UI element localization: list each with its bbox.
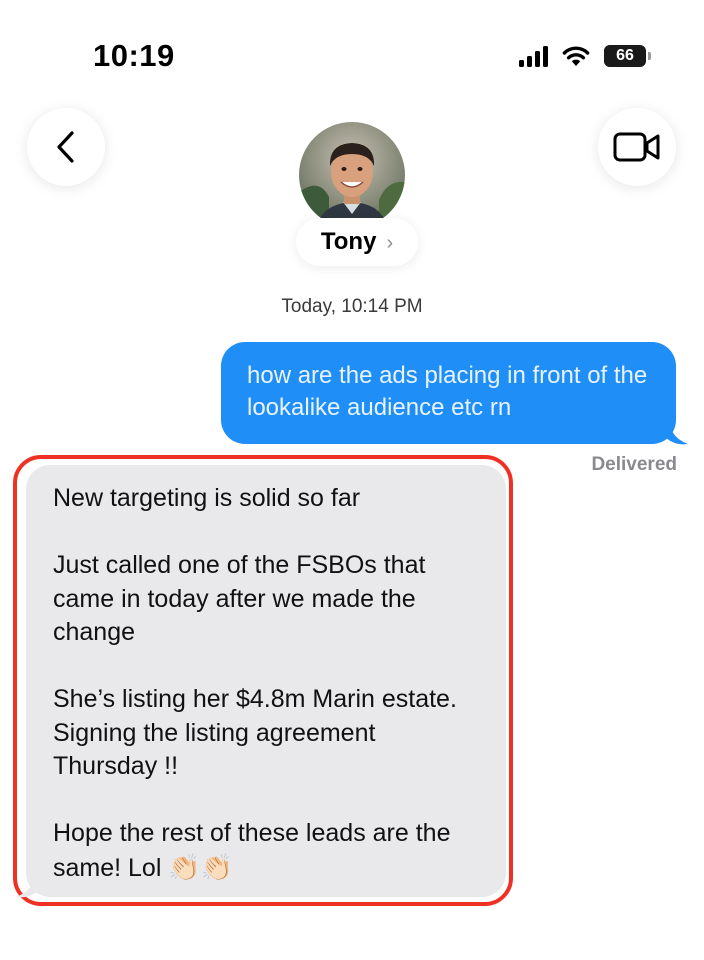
chevron-right-icon: › <box>386 231 394 254</box>
clapping-hands-emoji: 👏🏻👏🏻 <box>168 851 234 882</box>
contact-name-button[interactable]: Tony › <box>296 218 418 266</box>
message-timestamp: Today, 10:14 PM <box>281 296 423 317</box>
message-paragraph-text: Hope the rest of these leads are the sam… <box>53 819 451 882</box>
message-paragraph: Just called one of the FSBOs that came i… <box>53 551 426 646</box>
avatar-photo <box>299 122 405 228</box>
chevron-left-icon <box>57 131 74 163</box>
delivery-status: Delivered <box>591 454 677 475</box>
contact-avatar[interactable] <box>299 122 405 228</box>
bubble-tail <box>666 424 688 445</box>
facetime-video-button[interactable] <box>598 108 676 186</box>
outgoing-message-bubble[interactable]: how are the ads placing in front of the … <box>221 342 688 445</box>
battery-icon: 66 <box>604 45 651 67</box>
cellular-signal-icon <box>519 45 548 67</box>
back-button[interactable] <box>27 108 105 186</box>
message-paragraph: She’s listing her $4.8m Marin estate. Si… <box>53 685 457 780</box>
wifi-icon <box>562 46 590 66</box>
incoming-message-bubble[interactable]: New targeting is solid so far Just calle… <box>16 465 506 898</box>
message-paragraph: New targeting is solid so far <box>53 484 361 512</box>
battery-level: 66 <box>616 47 634 64</box>
bubble-tail <box>16 877 38 898</box>
video-camera-icon <box>613 132 660 162</box>
status-time: 10:19 <box>93 38 175 73</box>
message-paragraph-last: Hope the rest of these leads are the sam… <box>53 817 486 885</box>
status-icons: 66 <box>519 42 651 70</box>
incoming-message-text: New targeting is solid so far Just calle… <box>53 482 486 885</box>
contact-name: Tony <box>320 228 377 255</box>
outgoing-message-text: how are the ads placing in front of the … <box>247 362 648 421</box>
